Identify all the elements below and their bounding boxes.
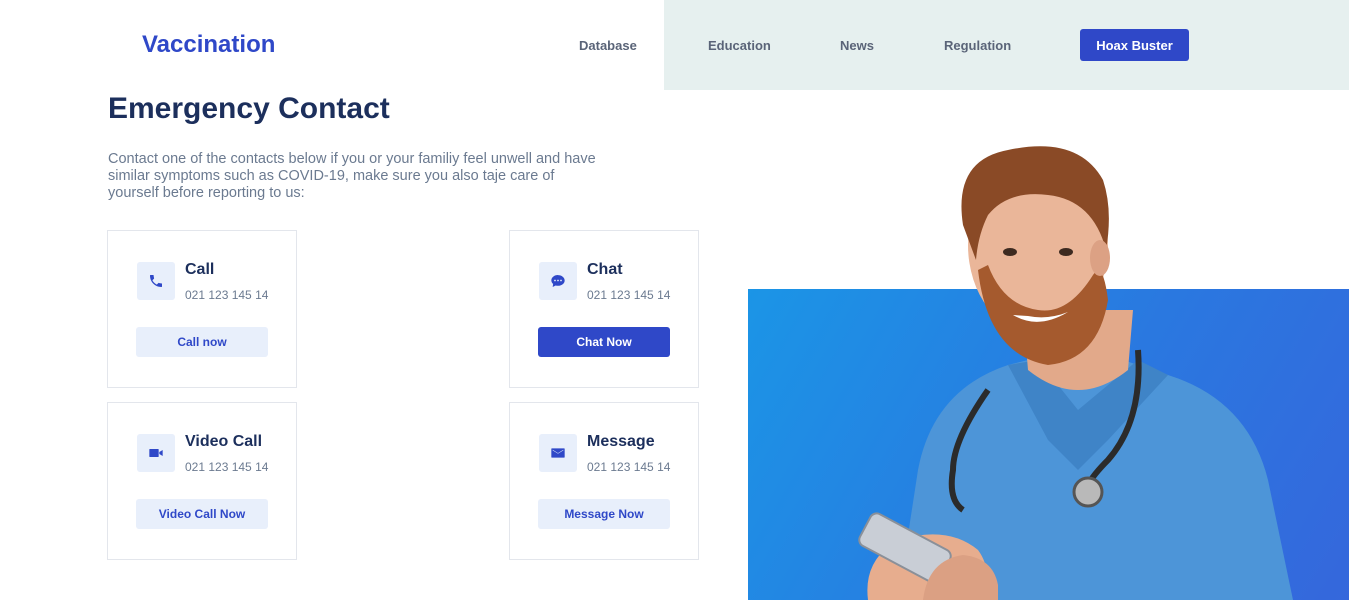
page-title: Emergency Contact: [108, 92, 390, 125]
nav-regulation[interactable]: Regulation: [944, 38, 1011, 53]
nav-education[interactable]: Education: [708, 38, 771, 53]
card-number: 021 123 145 14: [185, 460, 269, 474]
card-title: Chat: [587, 261, 623, 278]
card-title: Call: [185, 261, 215, 278]
card-title: Video Call: [185, 433, 263, 450]
card-number: 021 123 145 14: [587, 288, 671, 302]
card-title: Message: [587, 433, 655, 450]
card-number: 021 123 145 14: [185, 288, 269, 302]
phone-icon: [137, 262, 175, 300]
message-now-button[interactable]: Message Now: [538, 499, 670, 529]
logo[interactable]: Vaccination: [142, 31, 275, 59]
hoax-buster-button[interactable]: Hoax Buster: [1080, 29, 1189, 61]
call-card: Call 021 123 145 14 Call now: [107, 230, 297, 388]
chat-now-button[interactable]: Chat Now: [538, 327, 670, 357]
mail-icon: [539, 434, 577, 472]
nav-news[interactable]: News: [840, 38, 874, 53]
page-description: Contact one of the contacts below if you…: [108, 151, 596, 201]
call-now-button[interactable]: Call now: [136, 327, 268, 357]
video-icon: [137, 434, 175, 472]
chat-icon: [539, 262, 577, 300]
nav-database[interactable]: Database: [579, 38, 637, 53]
message-card: Message 021 123 145 14 Message Now: [509, 402, 699, 560]
card-number: 021 123 145 14: [587, 460, 671, 474]
chat-card: Chat 021 123 145 14 Chat Now: [509, 230, 699, 388]
video-call-now-button[interactable]: Video Call Now: [136, 499, 268, 529]
video-call-card: Video Call 021 123 145 14 Video Call Now: [107, 402, 297, 560]
doctor-photo: [748, 140, 1349, 600]
